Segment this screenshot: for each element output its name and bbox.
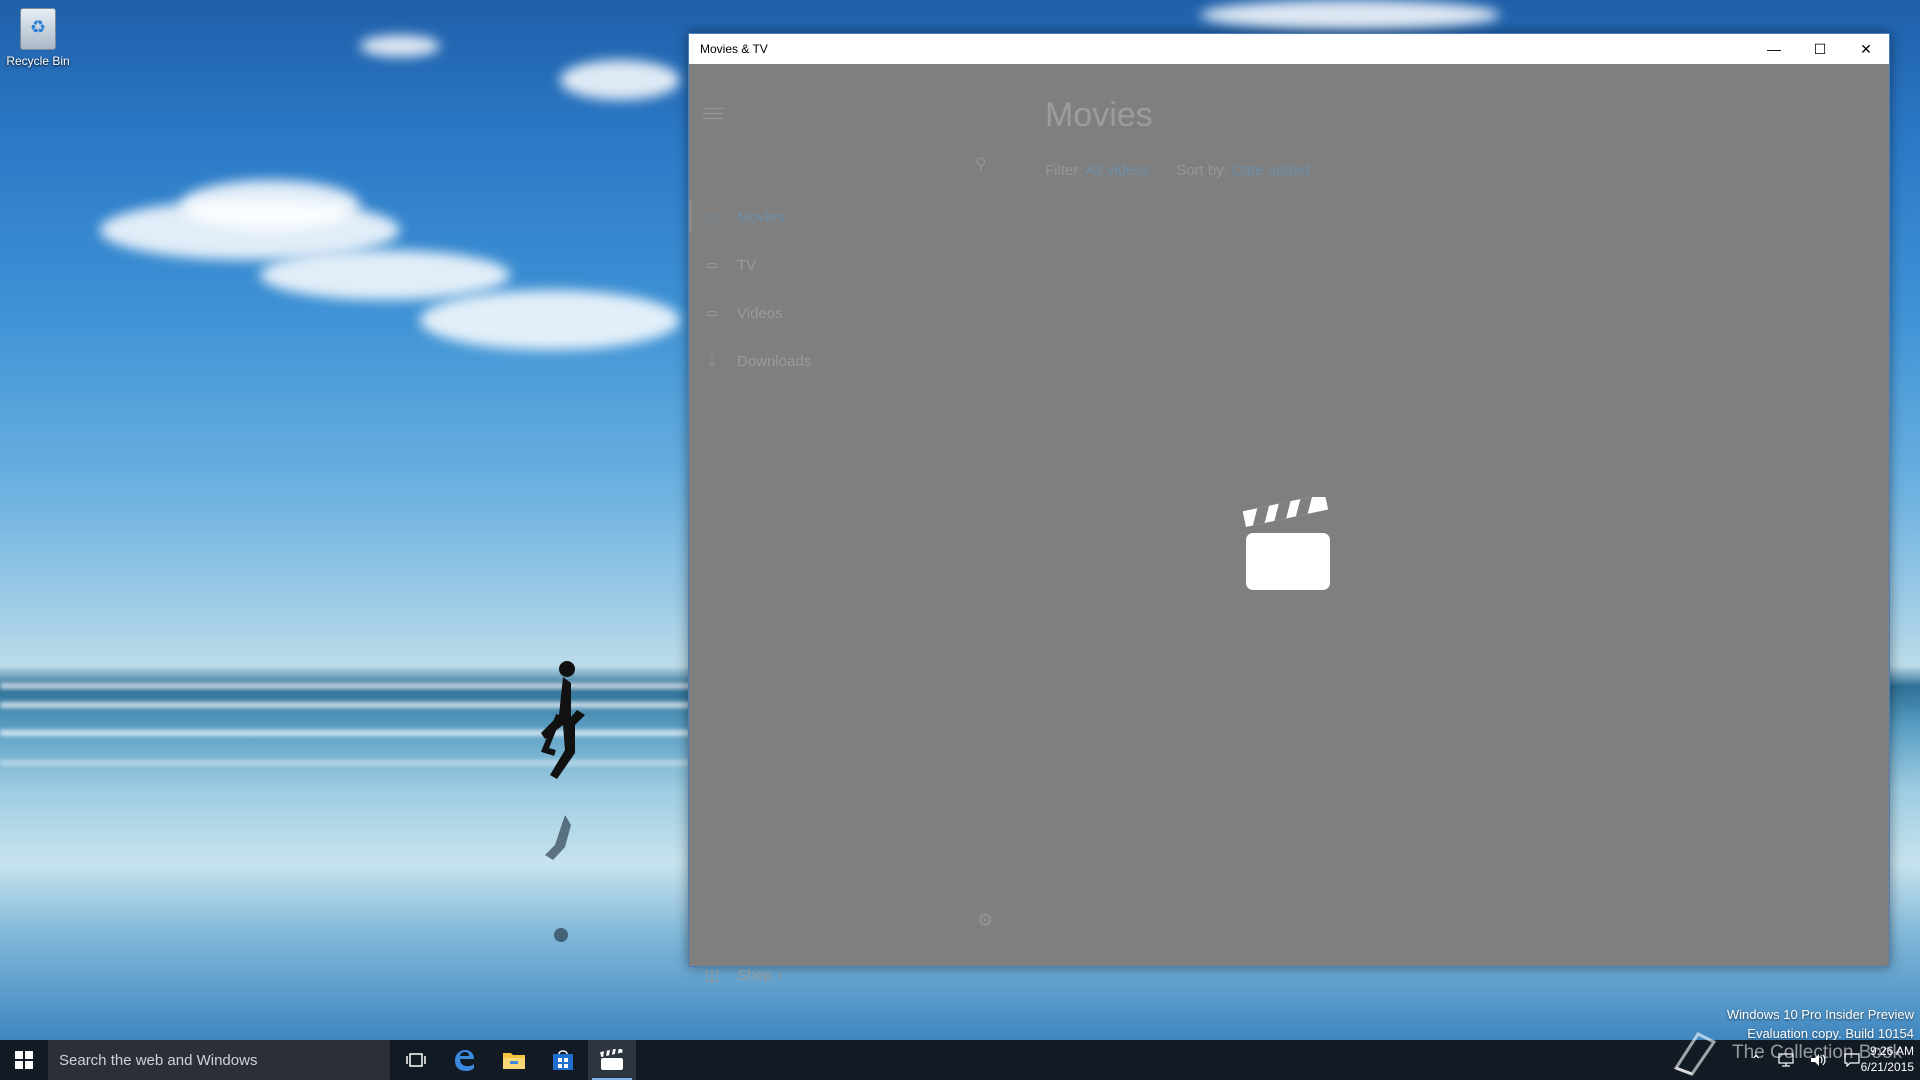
movies-tv-icon [600, 1049, 623, 1070]
app-content: ⚲ Movies Filter: All videos Sort by: Dat… [689, 64, 1889, 984]
edge-icon [455, 1050, 474, 1071]
close-icon: ✕ [1860, 40, 1872, 57]
search-icon[interactable]: ⚲ [975, 154, 987, 174]
nav-item-shop[interactable]: ◫ Shop › [689, 957, 989, 993]
movies-tv-window: Movies & TV — ☐ ✕ ⚲ Movies Filter: All v… [688, 33, 1890, 984]
shopping-bag-icon: ◫ [704, 967, 720, 984]
file-explorer-taskbar-button[interactable] [490, 1040, 538, 1080]
store-icon [553, 1050, 573, 1070]
close-button[interactable]: ✕ [1843, 34, 1889, 64]
nav-item-label: TV [737, 256, 757, 274]
recycle-bin-icon [20, 8, 56, 50]
runner-silhouette [540, 661, 585, 942]
page-title: Movies [1045, 96, 1153, 134]
filter-dropdown[interactable]: All videos [1086, 162, 1150, 179]
minimize-icon: — [1767, 41, 1781, 57]
maximize-button[interactable]: ☐ [1797, 34, 1843, 64]
movies-tv-taskbar-button[interactable] [588, 1040, 636, 1080]
watermark-line1: Windows 10 Pro Insider Preview [1726, 1007, 1914, 1022]
tv-icon: ▭ [705, 257, 719, 272]
chevron-right-icon: › [778, 966, 784, 984]
task-view-button[interactable] [392, 1040, 440, 1080]
title-bar[interactable]: Movies & TV — ☐ ✕ [689, 34, 1889, 64]
sort-label: Sort by: [1176, 162, 1228, 179]
start-button[interactable] [0, 1040, 48, 1080]
brand-logo-text: The Collection Book [1732, 1042, 1903, 1063]
video-camera-icon: ▭ [705, 305, 719, 320]
sort-dropdown[interactable]: Date added [1232, 162, 1310, 179]
movies-icon: ▭ [705, 209, 719, 224]
nav-item-movies[interactable]: ▭ Movies [689, 197, 989, 237]
book-icon [1673, 1032, 1717, 1076]
file-explorer-icon [503, 1053, 525, 1069]
nav-item-videos[interactable]: ▭ Videos [689, 293, 989, 333]
download-icon: ⤓ [709, 353, 715, 368]
recycle-bin-label: Recycle Bin [6, 54, 70, 68]
minimize-button[interactable]: — [1751, 34, 1797, 64]
edge-taskbar-button[interactable] [440, 1040, 488, 1080]
task-view-icon [406, 1053, 426, 1067]
taskbar-search-box[interactable]: Search the web and Windows [48, 1040, 390, 1080]
clapperboard-icon [1243, 497, 1330, 590]
brand-logo: The Collection Book [1668, 1030, 1902, 1076]
settings-gear-icon[interactable]: ⚙ [977, 910, 993, 931]
nav-item-label: Videos [737, 304, 783, 322]
filter-sort-row: Filter: All videos Sort by: Date added [1045, 162, 1310, 179]
taskbar: Search the web and Windows ⌃ 9:26 AM 6/2… [0, 1040, 1920, 1080]
nav-item-tv[interactable]: ▭ TV [689, 245, 989, 285]
start-icon [15, 1051, 33, 1069]
nav-item-label: Movies [737, 208, 785, 226]
maximize-icon: ☐ [1813, 40, 1827, 57]
recycle-bin[interactable]: Recycle Bin [6, 8, 70, 68]
window-title: Movies & TV [700, 42, 768, 56]
nav-item-label: Downloads [737, 352, 812, 370]
search-placeholder: Search the web and Windows [59, 1051, 258, 1069]
filter-label: Filter: [1045, 162, 1083, 179]
store-taskbar-button[interactable] [539, 1040, 587, 1080]
nav-item-label: Shop [737, 966, 773, 984]
nav-item-downloads[interactable]: ⤓ Downloads [689, 341, 989, 381]
hamburger-menu-icon[interactable] [703, 104, 723, 123]
